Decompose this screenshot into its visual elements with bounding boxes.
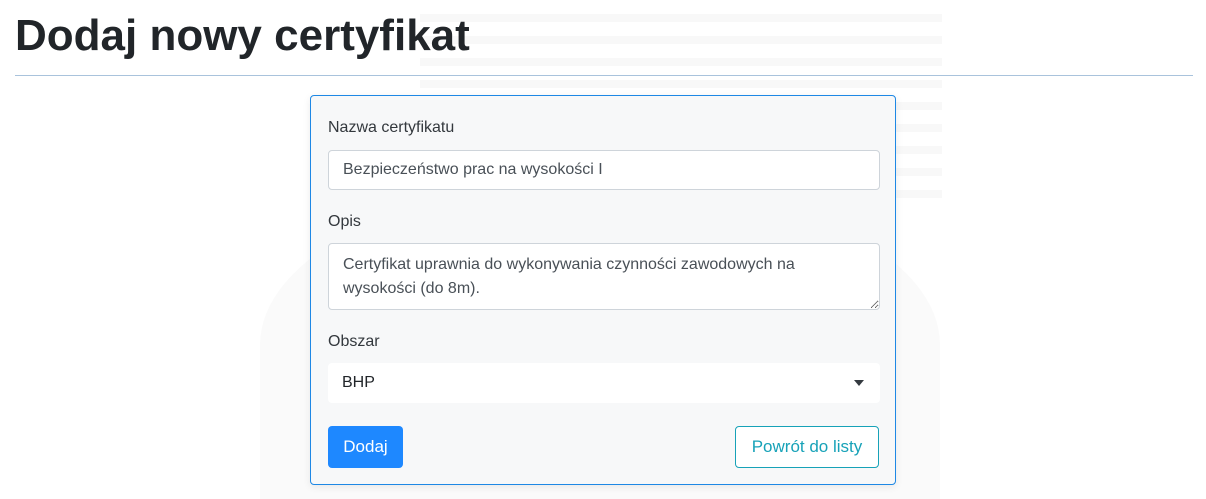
description-label: Opis [328, 213, 361, 230]
add-button[interactable]: Dodaj [328, 426, 403, 468]
area-select[interactable]: BHP [328, 363, 880, 403]
page-title: Dodaj nowy certyfikat [15, 11, 470, 60]
caret-down-icon [854, 380, 864, 386]
area-label: Obszar [328, 333, 380, 350]
area-select-value: BHP [342, 374, 375, 391]
back-to-list-button[interactable]: Powrót do listy [735, 426, 879, 468]
page: Dodaj nowy certyfikat Nazwa certyfikatu … [0, 0, 1206, 499]
certificate-name-label: Nazwa certyfikatu [328, 119, 455, 136]
certificate-name-input[interactable] [328, 150, 880, 190]
description-textarea[interactable]: Certyfikat uprawnia do wykonywania czynn… [328, 243, 880, 310]
title-divider [15, 75, 1193, 76]
certificate-form-card: Nazwa certyfikatu Opis Certyfikat uprawn… [310, 95, 896, 485]
